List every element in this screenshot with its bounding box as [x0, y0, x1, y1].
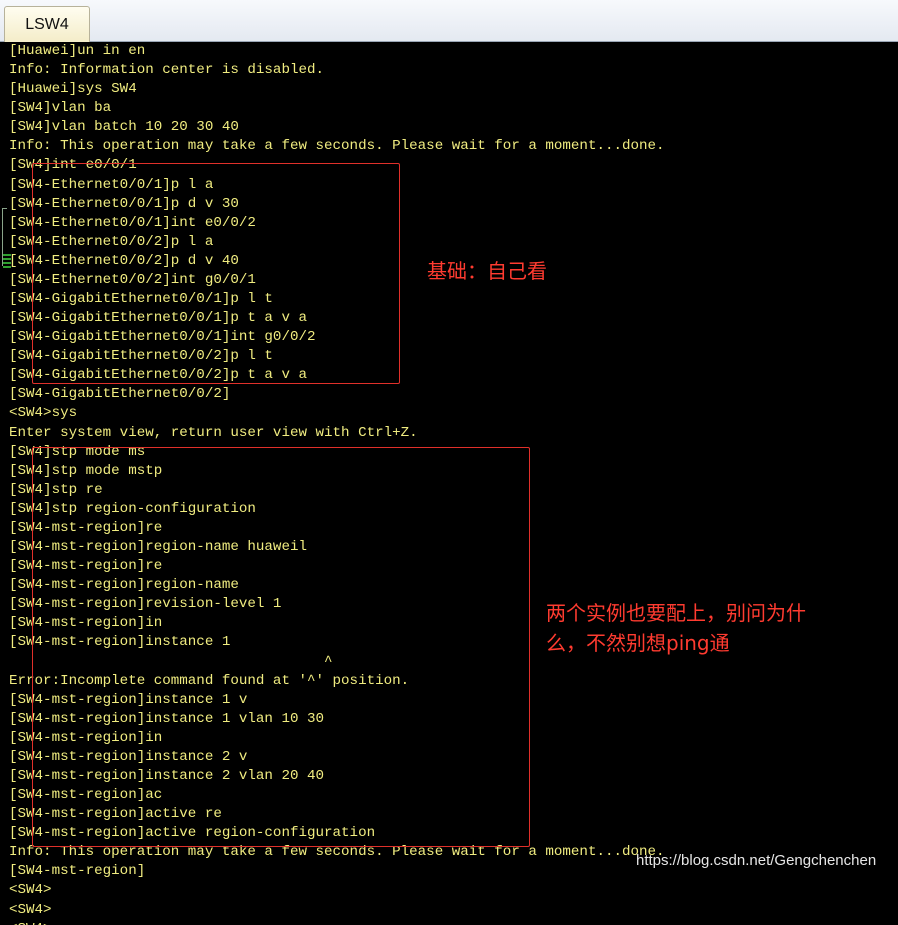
terminal-line: <SW4>	[9, 901, 52, 918]
terminal-line: [Huawei]sys SW4	[9, 81, 137, 98]
terminal-line: <SW4>	[9, 920, 665, 925]
terminal-line: [SW4-GigabitEthernet0/0/2]	[9, 386, 231, 403]
terminal-line: <SW4>sys	[9, 405, 78, 422]
watermark: https://blog.csdn.net/Gengchenchen	[636, 852, 877, 869]
terminal-line: Info: Information center is disabled.	[9, 62, 325, 79]
terminal-line: [Huawei]un in en	[9, 43, 146, 59]
terminal-line: [SW4]vlan batch 10 20 30 40	[9, 119, 239, 136]
terminal-line: [SW4]vlan ba	[9, 100, 112, 117]
tab-lsw4[interactable]: LSW4	[4, 6, 90, 42]
terminal-line: Info: This operation may take a few seco…	[9, 138, 665, 155]
terminal-line: [SW4-mst-region]	[9, 863, 146, 880]
annotation-instance-note-line2: 么，不然别想ping通	[546, 631, 730, 655]
tab-bar: LSW4	[0, 0, 898, 42]
terminal-line: <SW4>	[9, 882, 52, 899]
annotation-instance-note-line1: 两个实例也要配上，别问为什	[546, 601, 806, 625]
annotation-basic: 基础：自己看	[427, 259, 547, 283]
highlight-box-basic	[32, 163, 400, 384]
terminal-line: Enter system view, return user view with…	[9, 424, 418, 441]
scroll-position-icon	[3, 254, 11, 270]
highlight-box-mstp	[32, 447, 530, 847]
